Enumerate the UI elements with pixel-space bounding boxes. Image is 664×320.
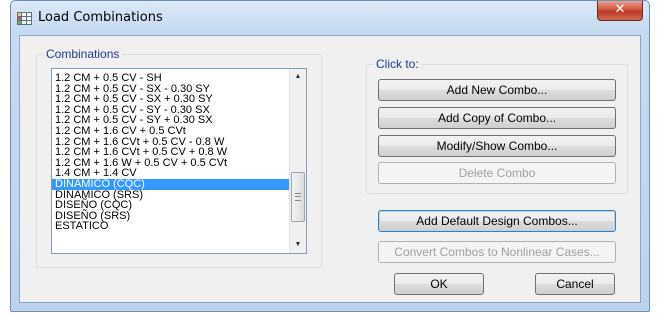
- list-scrollbar[interactable]: ▲ ▼: [289, 69, 306, 253]
- load-combinations-window: Load Combinations ✕ Combinations 1.2 CM …: [10, 0, 650, 312]
- click-to-label: Click to:: [373, 57, 422, 71]
- cancel-button[interactable]: Cancel: [535, 273, 615, 295]
- combinations-label: Combinations: [43, 47, 123, 61]
- add-copy-combo-button[interactable]: Add Copy of Combo...: [378, 107, 616, 129]
- scroll-down-button[interactable]: ▼: [290, 237, 306, 253]
- combinations-list: 1.2 CM + 0.5 CV - SH 1.2 CM + 0.5 CV - SX…: [52, 69, 289, 253]
- title-bar[interactable]: Load Combinations ✕: [11, 1, 649, 35]
- combination-list-item[interactable]: DINAMICO (CQC): [52, 179, 289, 190]
- modify-show-combo-button[interactable]: Modify/Show Combo...: [378, 135, 616, 157]
- close-icon: ✕: [614, 2, 626, 17]
- close-button[interactable]: ✕: [597, 1, 643, 21]
- arrow-down-icon: ▼: [294, 241, 302, 248]
- add-new-combo-button[interactable]: Add New Combo...: [378, 79, 616, 101]
- grip-icon: [295, 193, 301, 201]
- delete-combo-button[interactable]: Delete Combo: [378, 162, 616, 184]
- scroll-up-button[interactable]: ▲: [290, 69, 306, 85]
- combination-list-item[interactable]: 1.2 CM + 0.5 CV - SH: [52, 73, 289, 84]
- combinations-listbox[interactable]: 1.2 CM + 0.5 CV - SH 1.2 CM + 0.5 CV - SX…: [51, 68, 307, 254]
- combinations-group: Combinations 1.2 CM + 0.5 CV - SH 1.2 CM …: [36, 47, 322, 268]
- combination-list-item[interactable]: ESTATICO: [52, 221, 289, 232]
- app-grid-icon: [17, 12, 32, 25]
- click-to-group: Click to: Add New Combo... Add Copy of C…: [366, 57, 628, 194]
- convert-to-nonlinear-button[interactable]: Convert Combos to Nonlinear Cases...: [378, 241, 616, 263]
- ok-button[interactable]: OK: [394, 273, 484, 295]
- arrow-up-icon: ▲: [294, 73, 302, 80]
- add-default-design-combos-button[interactable]: Add Default Design Combos...: [378, 210, 616, 232]
- scroll-thumb[interactable]: [291, 172, 305, 222]
- combination-list-item[interactable]: 1.2 CM + 1.6 CV + 0.5 CVt: [52, 126, 289, 137]
- window-title: Load Combinations: [38, 10, 163, 25]
- dialog-client-area: Combinations 1.2 CM + 0.5 CV - SH 1.2 CM …: [19, 35, 641, 303]
